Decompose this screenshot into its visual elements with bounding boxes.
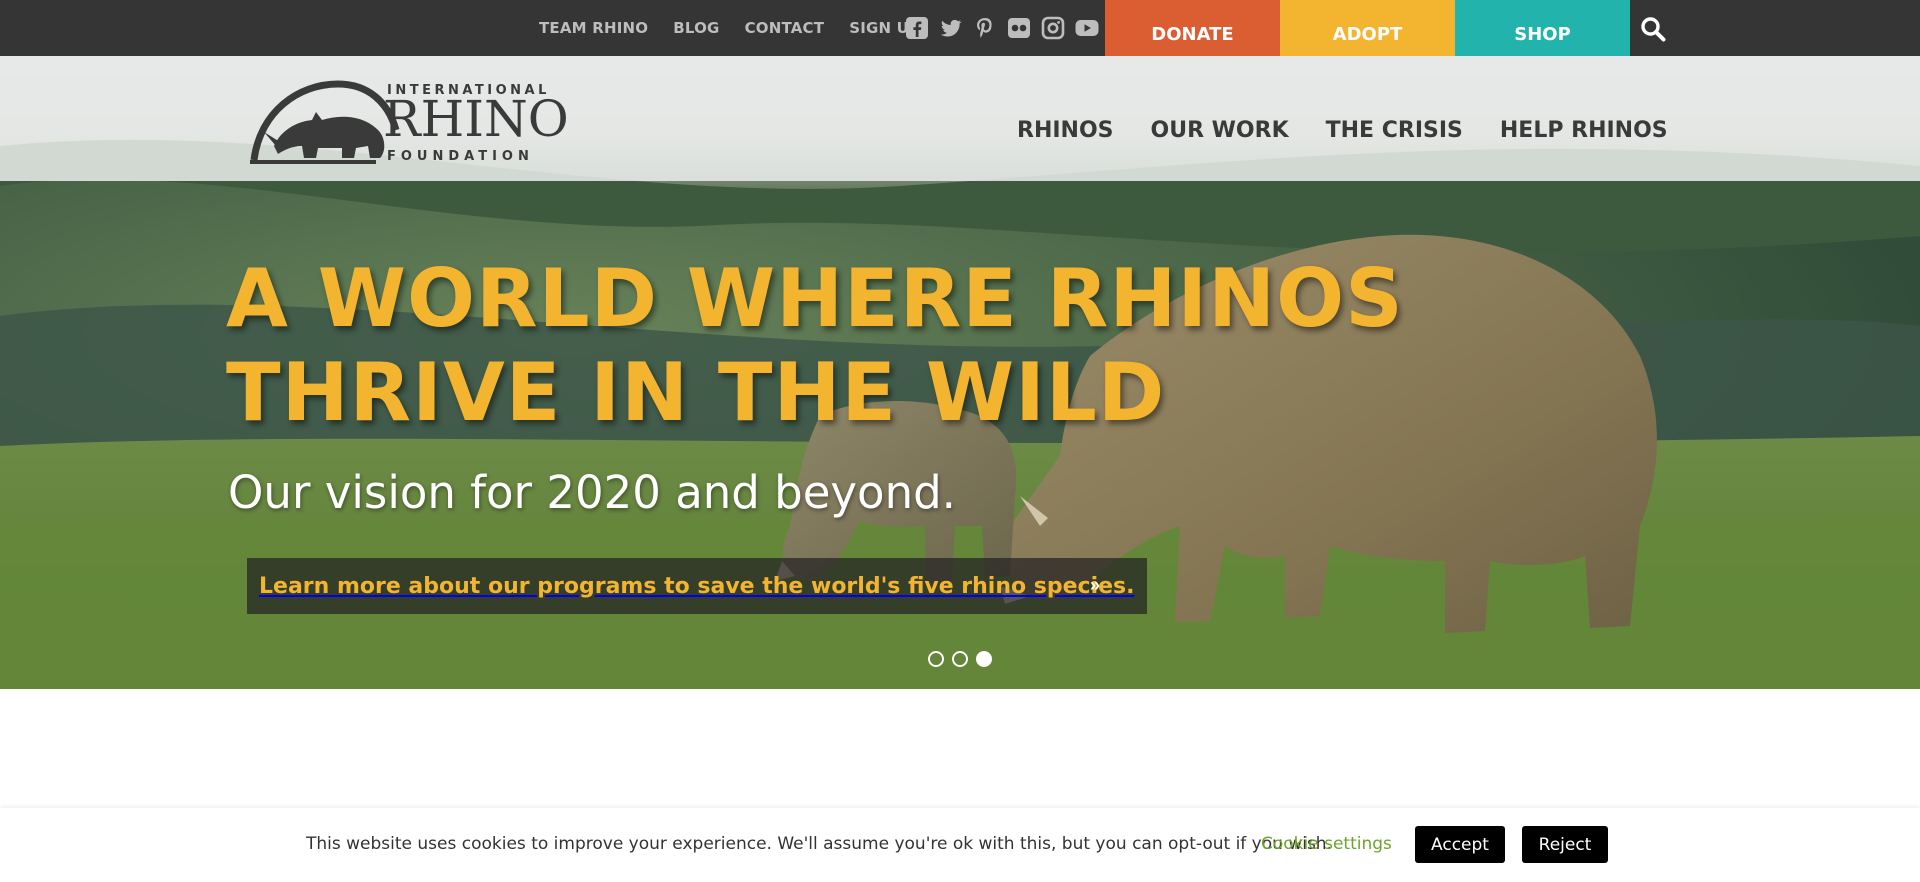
reject-button[interactable]: Reject [1522,826,1608,863]
hero-headline: A WORLD WHERE RHINOS THRIVE IN THE WILD [226,252,1526,440]
pinterest-icon[interactable] [973,16,997,40]
flickr-icon[interactable] [1007,16,1031,40]
twitter-icon[interactable] [939,16,963,40]
slider-dot-2[interactable] [952,651,968,667]
learn-more-link[interactable]: Learn more about our programs to save th… [247,558,1147,614]
facebook-icon[interactable] [905,16,929,40]
search-icon[interactable] [1640,16,1666,42]
cookie-message: This website uses cookies to improve you… [306,834,1332,854]
social-links [905,0,1099,56]
nav-our-work[interactable]: OUR WORK [1151,118,1289,143]
instagram-icon[interactable] [1041,16,1065,40]
learn-more-text: Learn more about our programs to save th… [259,573,1135,599]
logo-text-foundation: FOUNDATION [387,149,534,164]
nav-the-crisis[interactable]: THE CRISIS [1326,118,1463,143]
logo-text-rhino: RHINO [383,90,569,148]
hero-headline-line1: A WORLD WHERE RHINOS [226,252,1404,345]
learn-more-arrow[interactable]: » [1090,575,1100,596]
contact-link[interactable]: CONTACT [745,19,825,37]
cookie-settings-link[interactable]: Cookie settings [1261,834,1392,854]
hero-subhead: Our vision for 2020 and beyond. [228,466,956,519]
main-nav: RHINOS OUR WORK THE CRISIS HELP RHINOS [1017,118,1668,143]
team-rhino-link[interactable]: TEAM RHINO [539,19,648,37]
blog-link[interactable]: BLOG [673,19,719,37]
hero-headline-line2: THRIVE IN THE WILD [226,346,1166,439]
slider-dots [928,651,992,667]
nav-rhinos[interactable]: RHINOS [1017,118,1114,143]
slider-dot-1[interactable] [928,651,944,667]
youtube-icon[interactable] [1075,16,1099,40]
utility-links: TEAM RHINO BLOG CONTACT SIGN UP [539,0,920,56]
nav-help-rhinos[interactable]: HELP RHINOS [1500,118,1668,143]
slider-dot-3[interactable] [976,651,992,667]
accept-button[interactable]: Accept [1415,826,1505,863]
